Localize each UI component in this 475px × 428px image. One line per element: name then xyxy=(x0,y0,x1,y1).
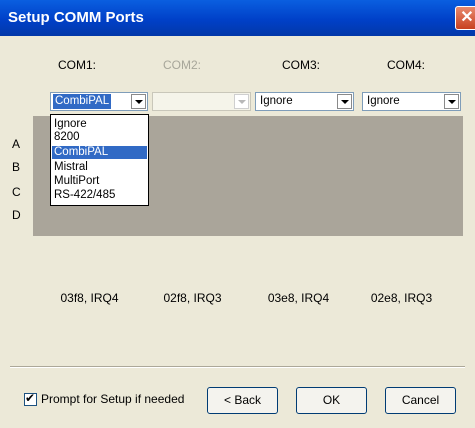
close-button[interactable]: ✕ xyxy=(455,6,475,30)
com2-select-value xyxy=(155,94,159,109)
dropdown-option-combipal[interactable]: CombiPAL xyxy=(52,146,147,159)
chevron-down-icon[interactable] xyxy=(444,94,459,109)
com1-io-address: 03f8, IRQ4 xyxy=(60,291,119,305)
com1-dropdown-list[interactable]: Ignore 8200 CombiPAL Mistral MultiPort R… xyxy=(50,114,149,206)
chevron-down-icon[interactable] xyxy=(337,94,352,109)
com4-select-value: Ignore xyxy=(367,95,400,107)
com3-label: COM3: xyxy=(281,58,320,72)
com1-label: COM1: xyxy=(57,58,96,72)
window-title: Setup COMM Ports xyxy=(8,9,144,26)
dropdown-option-8200[interactable]: 8200 xyxy=(52,131,147,144)
com1-select-value: CombiPAL xyxy=(53,94,112,109)
com4-select[interactable]: Ignore xyxy=(362,92,461,111)
chevron-down-icon[interactable] xyxy=(131,94,146,109)
check-icon: ✔ xyxy=(25,391,36,405)
row-label-b: B xyxy=(12,160,21,174)
divider xyxy=(10,366,465,368)
com2-io-address: 02f8, IRQ3 xyxy=(163,291,222,305)
cancel-button[interactable]: Cancel xyxy=(385,387,456,414)
ok-button[interactable]: OK xyxy=(296,387,367,414)
prompt-checkbox-label[interactable]: Prompt for Setup if needed xyxy=(41,392,184,406)
close-icon: ✕ xyxy=(460,9,474,26)
com4-label: COM4: xyxy=(386,58,425,72)
com3-select[interactable]: Ignore xyxy=(255,92,354,111)
row-label-d: D xyxy=(12,208,21,222)
com2-label: COM2: xyxy=(162,58,201,72)
dropdown-option-rs422[interactable]: RS-422/485 xyxy=(52,189,147,202)
row-label-c: C xyxy=(12,185,21,199)
com3-select-value: Ignore xyxy=(260,95,293,107)
com3-io-address: 03e8, IRQ4 xyxy=(267,291,330,305)
prompt-checkbox[interactable]: ✔ xyxy=(24,391,37,406)
dropdown-option-ignore[interactable]: Ignore xyxy=(52,118,147,131)
dropdown-option-mistral[interactable]: Mistral xyxy=(52,161,147,174)
back-button[interactable]: < Back xyxy=(207,387,278,414)
row-label-a: A xyxy=(12,137,21,151)
title-bar: Setup COMM Ports ✕ xyxy=(0,0,475,36)
dropdown-option-multiport[interactable]: MultiPort xyxy=(52,175,147,188)
com4-io-address: 02e8, IRQ3 xyxy=(370,291,433,305)
chevron-down-icon[interactable] xyxy=(234,94,249,109)
com2-select[interactable] xyxy=(152,92,251,111)
com1-select[interactable]: CombiPAL xyxy=(50,92,148,111)
